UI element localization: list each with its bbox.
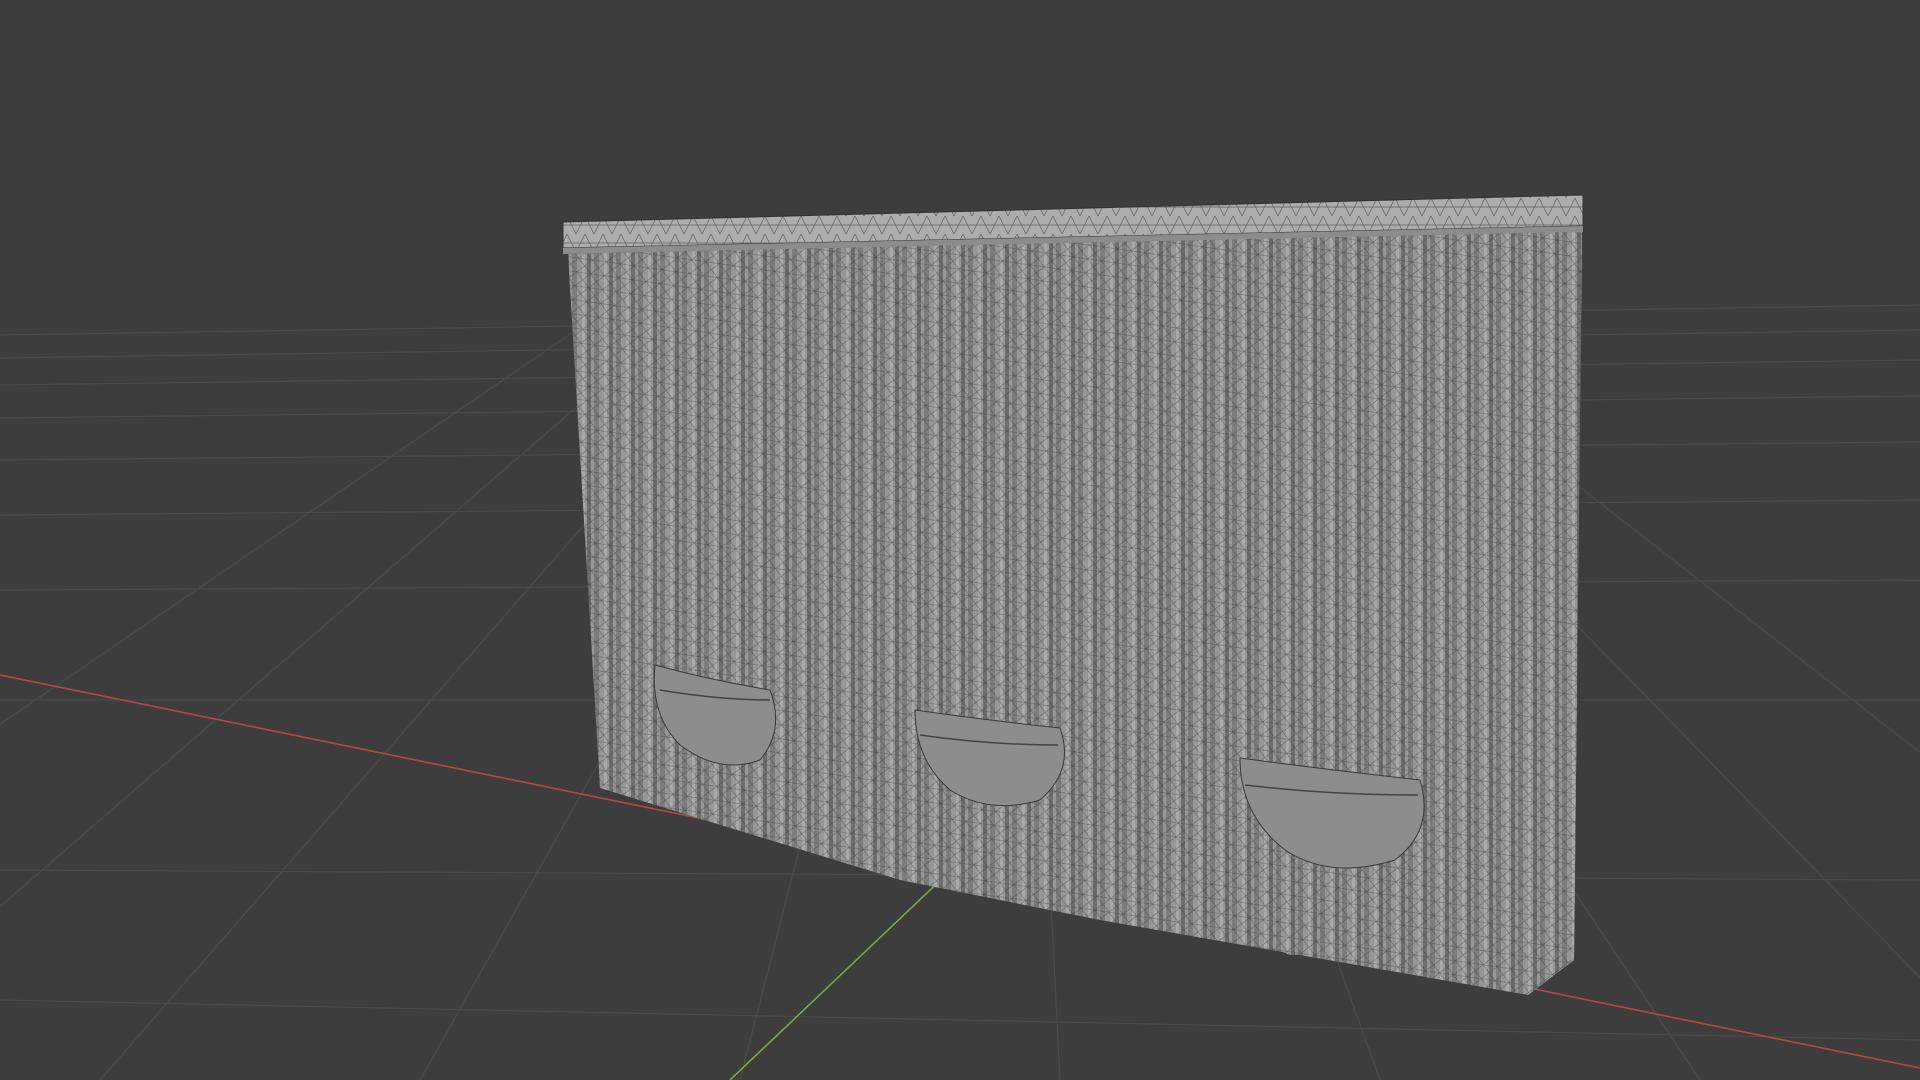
viewport-canvas[interactable]: [0, 0, 1920, 1080]
y-axis-line: [729, 872, 949, 1080]
3d-viewport[interactable]: [0, 0, 1920, 1080]
